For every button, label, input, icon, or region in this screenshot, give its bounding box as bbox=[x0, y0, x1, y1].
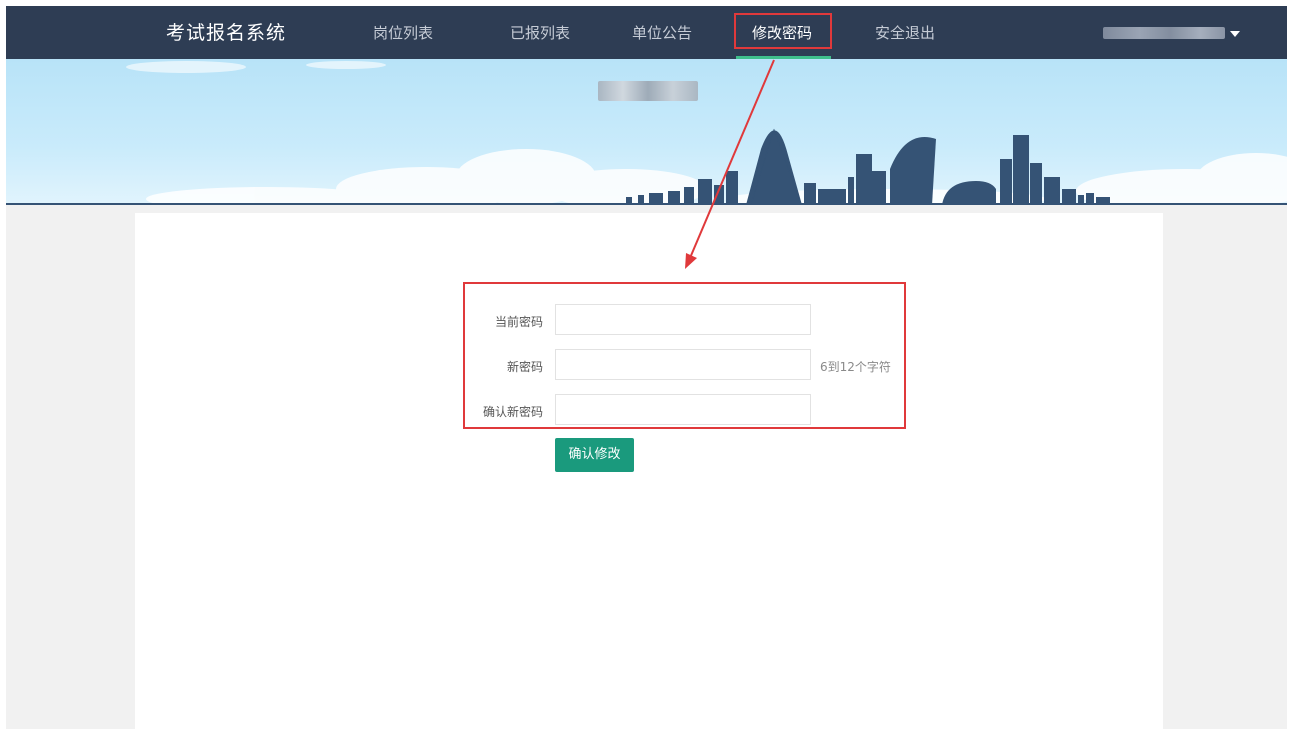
chevron-down-icon bbox=[1230, 31, 1240, 37]
unit-name-redacted bbox=[598, 81, 698, 101]
nav-item-job-list[interactable]: 岗位列表 bbox=[373, 22, 433, 43]
user-menu[interactable] bbox=[1103, 25, 1243, 41]
site-brand: 考试报名系统 bbox=[166, 22, 287, 44]
confirm-change-button[interactable]: 确认修改 bbox=[555, 438, 634, 472]
top-navbar: 考试报名系统 岗位列表 已报列表 单位公告 修改密码 安全退出 bbox=[6, 6, 1287, 59]
username-redacted bbox=[1103, 27, 1225, 39]
nav-item-announcements[interactable]: 单位公告 bbox=[632, 22, 692, 43]
nav-item-applied-list[interactable]: 已报列表 bbox=[510, 22, 570, 43]
nav-item-logout[interactable]: 安全退出 bbox=[875, 22, 935, 43]
form-highlight-annotation bbox=[463, 282, 906, 429]
page-frame: 考试报名系统 岗位列表 已报列表 单位公告 修改密码 安全退出 当前密码 新密码… bbox=[6, 6, 1287, 729]
nav-highlight-annotation bbox=[734, 13, 832, 49]
header-banner bbox=[6, 59, 1287, 205]
